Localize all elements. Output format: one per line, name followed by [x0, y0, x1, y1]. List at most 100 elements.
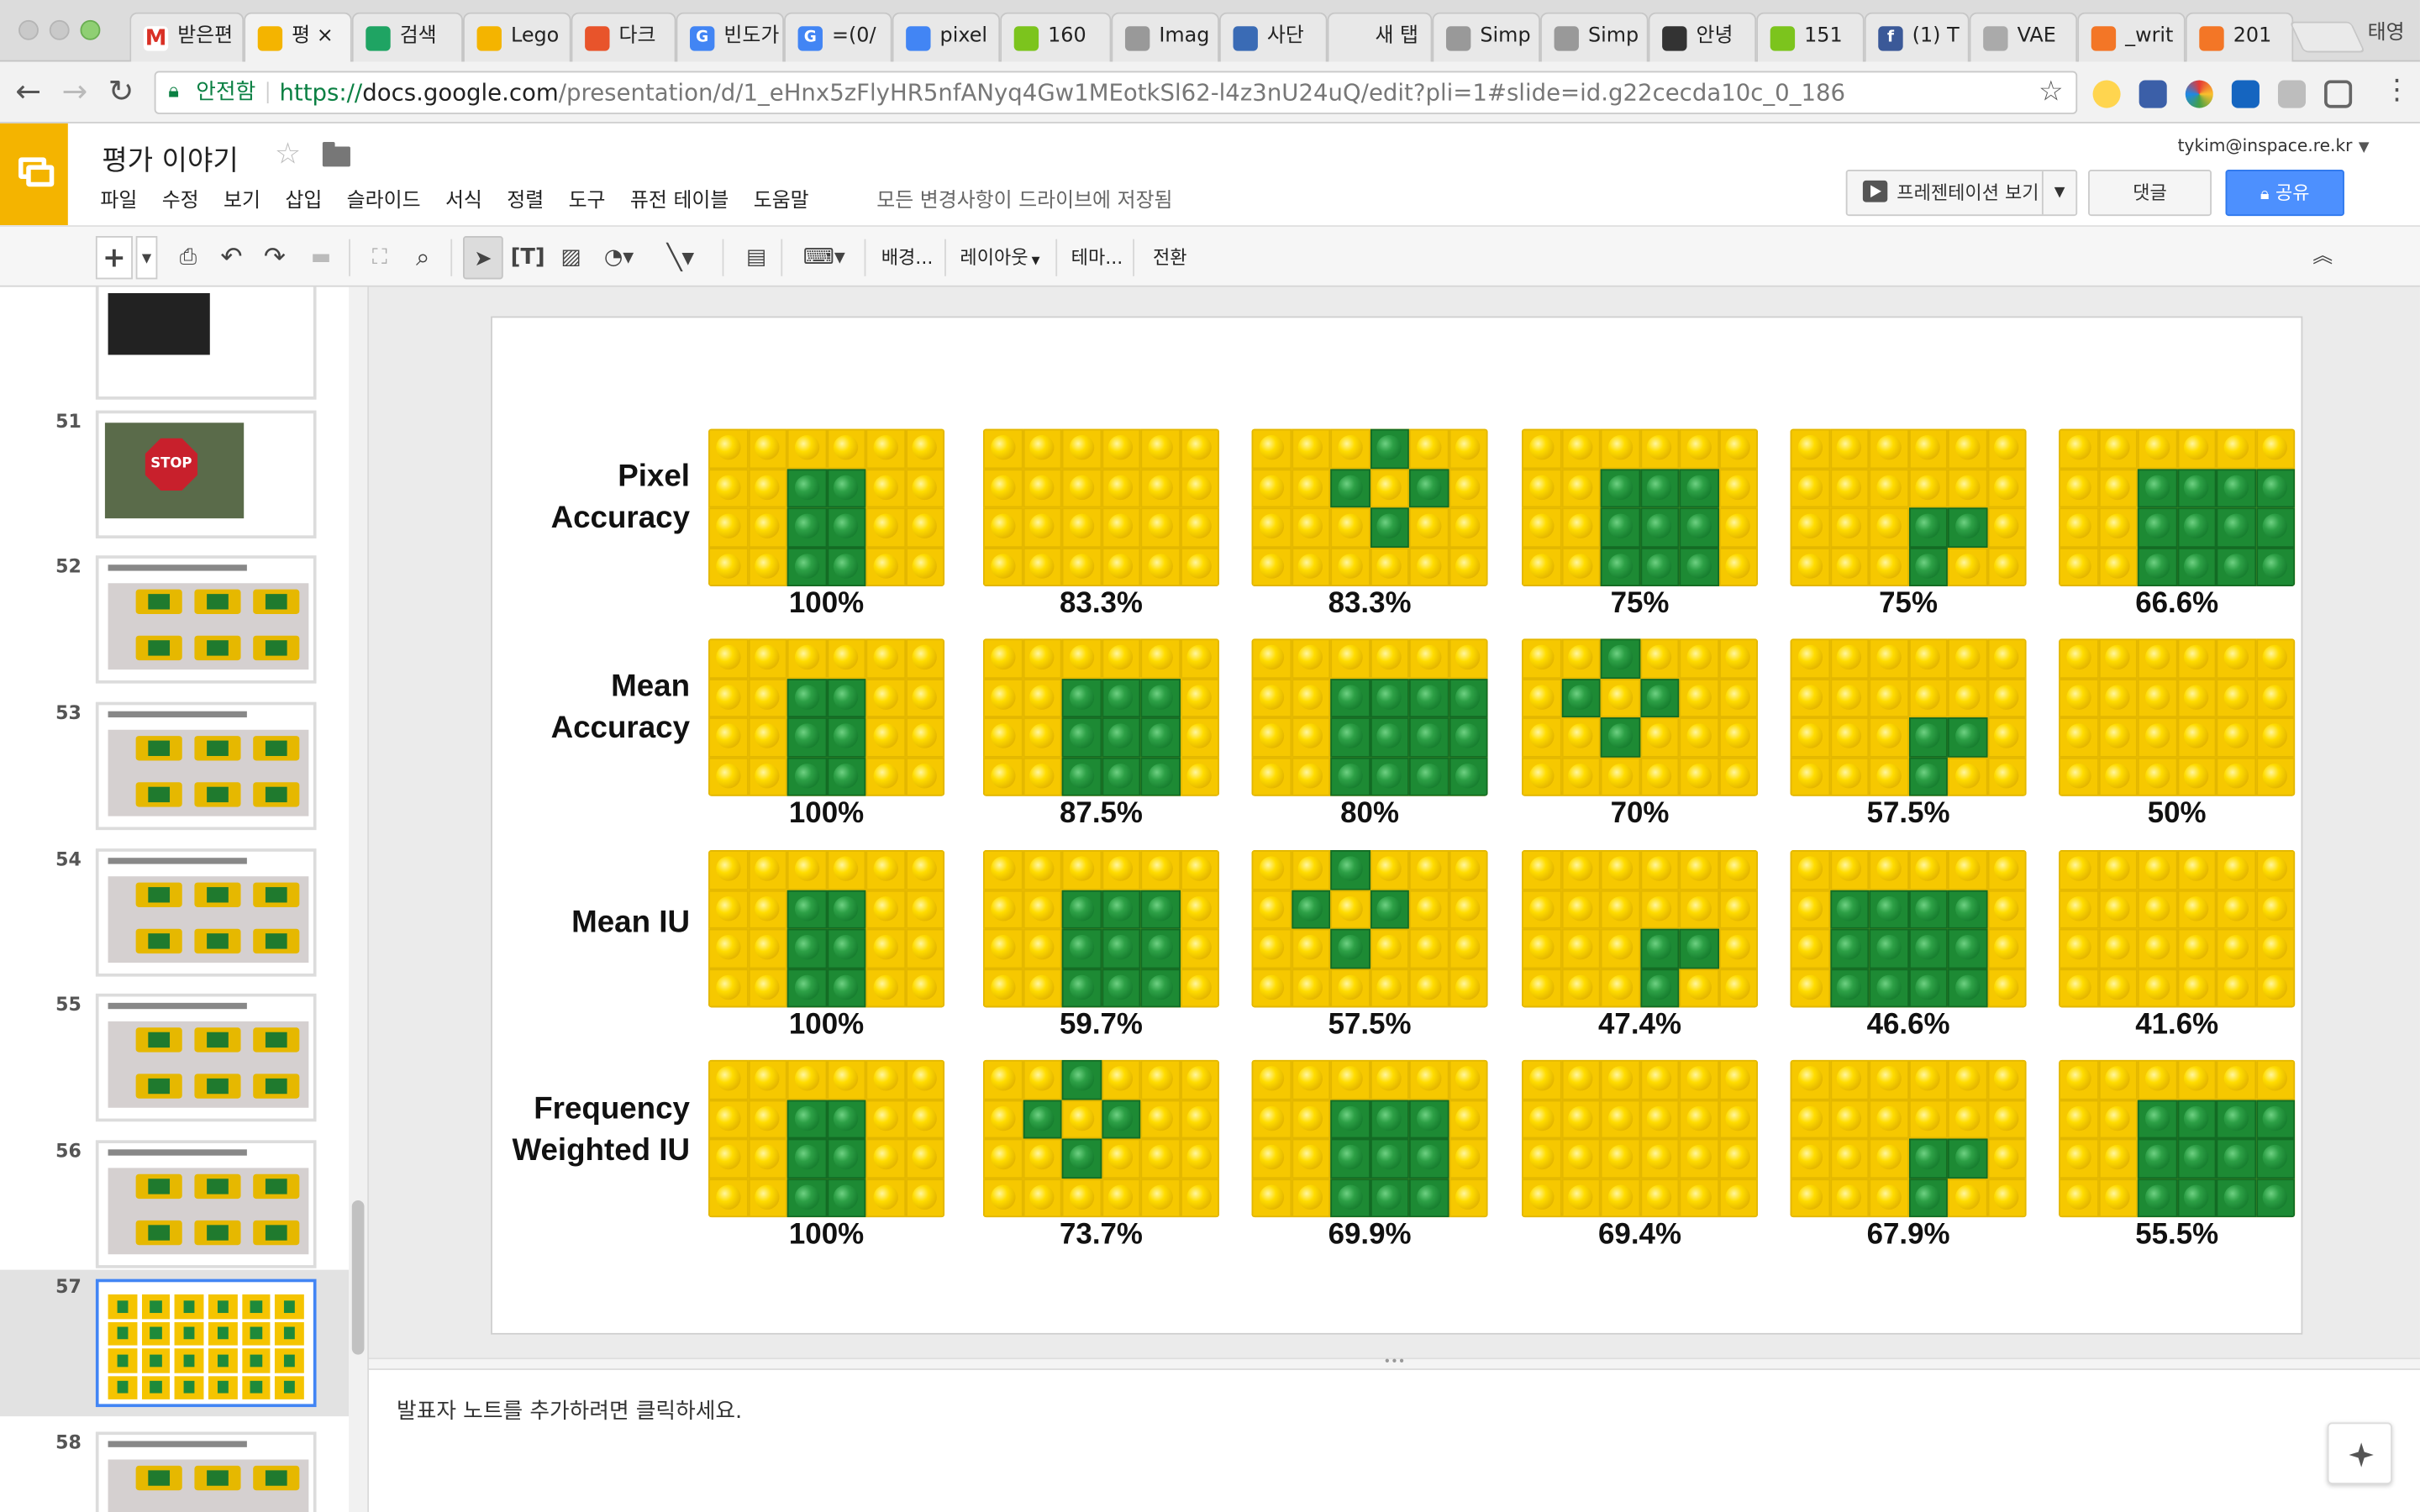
browser-tab[interactable]: 검색: [351, 12, 464, 62]
slide-thumbnail[interactable]: [95, 410, 317, 539]
translate-extension-icon[interactable]: [2139, 80, 2167, 108]
browser-tab[interactable]: 안녕: [1648, 12, 1757, 62]
slide-thumbnail-row[interactable]: [0, 286, 349, 412]
print-icon[interactable]: ⎙: [170, 236, 207, 279]
slide-thumbnail-row[interactable]: 54: [0, 843, 349, 989]
browser-tab[interactable]: 160: [1000, 12, 1112, 62]
maximize-window-icon[interactable]: [80, 19, 101, 40]
menu-item[interactable]: 삽입: [285, 190, 322, 213]
address-bar[interactable]: 🔒︎ 안전함 https://docs.google.com/presentat…: [154, 71, 2078, 114]
slide-thumbnail[interactable]: [95, 286, 317, 400]
lego-segmentation-image[interactable]: [2059, 428, 2296, 586]
lego-segmentation-image[interactable]: [1790, 638, 2027, 796]
browser-tab[interactable]: Simp: [1540, 12, 1649, 62]
browser-tab[interactable]: 다크: [571, 12, 676, 62]
notes-resize-handle[interactable]: •••: [368, 1356, 2420, 1370]
bookmark-extension-icon[interactable]: [2231, 80, 2260, 108]
slides-logo-icon[interactable]: [0, 123, 68, 226]
slide-thumbnail-row[interactable]: 53: [0, 696, 349, 842]
share-button[interactable]: 🔒︎ 공유: [2225, 170, 2344, 217]
close-window-icon[interactable]: [18, 19, 39, 40]
browser-tab[interactable]: 평 ×: [244, 12, 352, 64]
menu-item[interactable]: 파일: [100, 190, 137, 213]
chrome-menu-icon[interactable]: ⋮: [2383, 74, 2411, 108]
new-tab-button[interactable]: [2289, 21, 2366, 53]
lego-segmentation-image[interactable]: [708, 428, 945, 586]
menu-item[interactable]: 퓨전 테이블: [630, 190, 729, 213]
slide-thumbnail-row[interactable]: 51: [0, 404, 349, 550]
slide-thumbnail-row[interactable]: 58: [0, 1425, 349, 1512]
lego-segmentation-image[interactable]: [708, 1059, 945, 1218]
browser-tab[interactable]: 사단: [1218, 12, 1328, 62]
theme-button[interactable]: 테마...: [1071, 236, 1123, 279]
account-email[interactable]: tykim@inspace.re.kr ▼: [2178, 136, 2370, 156]
document-title[interactable]: 평가 이야기: [102, 139, 239, 179]
undo-icon[interactable]: ↶: [213, 236, 250, 279]
fit-icon[interactable]: ⛶: [361, 236, 398, 279]
lego-segmentation-image[interactable]: [1521, 850, 1759, 1008]
background-button[interactable]: 배경...: [881, 236, 934, 279]
explore-button[interactable]: [2327, 1422, 2392, 1484]
youtube-extension-icon[interactable]: [2092, 80, 2121, 108]
slide-thumbnail-row[interactable]: 52: [0, 549, 349, 696]
comment-icon[interactable]: ▤: [738, 236, 775, 279]
slide-thumbnail[interactable]: [95, 1278, 317, 1408]
browser-tab[interactable]: G 빈도가: [676, 12, 785, 62]
input-tools-icon[interactable]: ⌨▾: [793, 236, 855, 279]
lego-segmentation-image[interactable]: [1521, 428, 1759, 586]
lego-segmentation-image[interactable]: [708, 638, 945, 796]
lego-segmentation-image[interactable]: [1521, 1059, 1759, 1218]
image-icon[interactable]: ▨: [553, 236, 590, 279]
folder-icon[interactable]: [322, 141, 350, 167]
lego-segmentation-image[interactable]: [982, 1059, 1219, 1218]
lego-segmentation-image[interactable]: [1790, 850, 2027, 1008]
lego-segmentation-image[interactable]: [1251, 1059, 1488, 1218]
profile-name[interactable]: 태영: [2368, 15, 2405, 45]
new-slide-button[interactable]: +: [95, 236, 133, 280]
forward-icon[interactable]: →: [61, 74, 87, 108]
shape-icon[interactable]: ◔▾: [596, 236, 642, 279]
lego-segmentation-image[interactable]: [1251, 850, 1488, 1008]
browser-tab[interactable]: Simp: [1432, 12, 1541, 62]
lego-segmentation-image[interactable]: [1251, 428, 1488, 586]
lego-segmentation-image[interactable]: [2059, 638, 2296, 796]
menu-item[interactable]: 슬라이드: [347, 190, 421, 213]
slide-thumbnail[interactable]: [95, 701, 317, 831]
layout-button[interactable]: 레이아웃 ▼: [960, 236, 1039, 279]
browser-tab[interactable]: G =(0/: [784, 12, 892, 62]
text-extension-icon[interactable]: [2277, 80, 2307, 108]
browser-tab[interactable]: f (1) T: [1864, 12, 1970, 62]
browser-tab[interactable]: pixel: [892, 12, 1001, 62]
browser-tab[interactable]: VAE: [1969, 12, 2078, 62]
lego-segmentation-image[interactable]: [1790, 1059, 2027, 1218]
bookmark-star-icon[interactable]: ☆: [2039, 72, 2064, 113]
menu-item[interactable]: 수정: [162, 190, 199, 213]
menu-item[interactable]: 보기: [224, 190, 260, 213]
lego-segmentation-image[interactable]: [1790, 428, 2027, 586]
lego-segmentation-image[interactable]: [708, 850, 945, 1008]
slide-thumbnail-row[interactable]: 57: [0, 1269, 350, 1417]
reload-icon[interactable]: ↻: [108, 74, 134, 108]
select-arrow-icon[interactable]: ➤: [463, 236, 503, 280]
browser-tab[interactable]: M 받은편: [129, 12, 245, 62]
menu-item[interactable]: 정렬: [507, 190, 544, 213]
lego-segmentation-image[interactable]: [1521, 638, 1759, 796]
cast-icon[interactable]: [2324, 80, 2353, 108]
star-icon[interactable]: ☆: [275, 137, 301, 171]
menu-item[interactable]: 도구: [569, 190, 606, 213]
slide-thumbnail-row[interactable]: 56: [0, 1134, 349, 1280]
slide-filmstrip[interactable]: 51 52 53 54 55 56 57 58: [0, 286, 369, 1512]
new-slide-dropdown-icon[interactable]: ▼: [135, 236, 158, 280]
present-dropdown-icon[interactable]: ▼: [2041, 171, 2075, 215]
lego-segmentation-image[interactable]: [1251, 638, 1488, 796]
lego-segmentation-image[interactable]: [982, 638, 1219, 796]
transition-button[interactable]: 전환: [1153, 236, 1187, 279]
slide-thumbnail[interactable]: [95, 848, 317, 977]
color-extension-icon[interactable]: [2185, 80, 2213, 108]
browser-tab[interactable]: 201: [2185, 12, 2294, 62]
browser-tab[interactable]: 새 탭: [1327, 12, 1433, 62]
browser-tab[interactable]: 151: [1756, 12, 1865, 62]
slide-thumbnail[interactable]: [95, 555, 317, 684]
speaker-notes[interactable]: 발표자 노트를 추가하려면 클릭하세요.: [368, 1369, 2420, 1512]
present-button[interactable]: 프레젠테이션 보기 ▼: [1845, 170, 2078, 217]
